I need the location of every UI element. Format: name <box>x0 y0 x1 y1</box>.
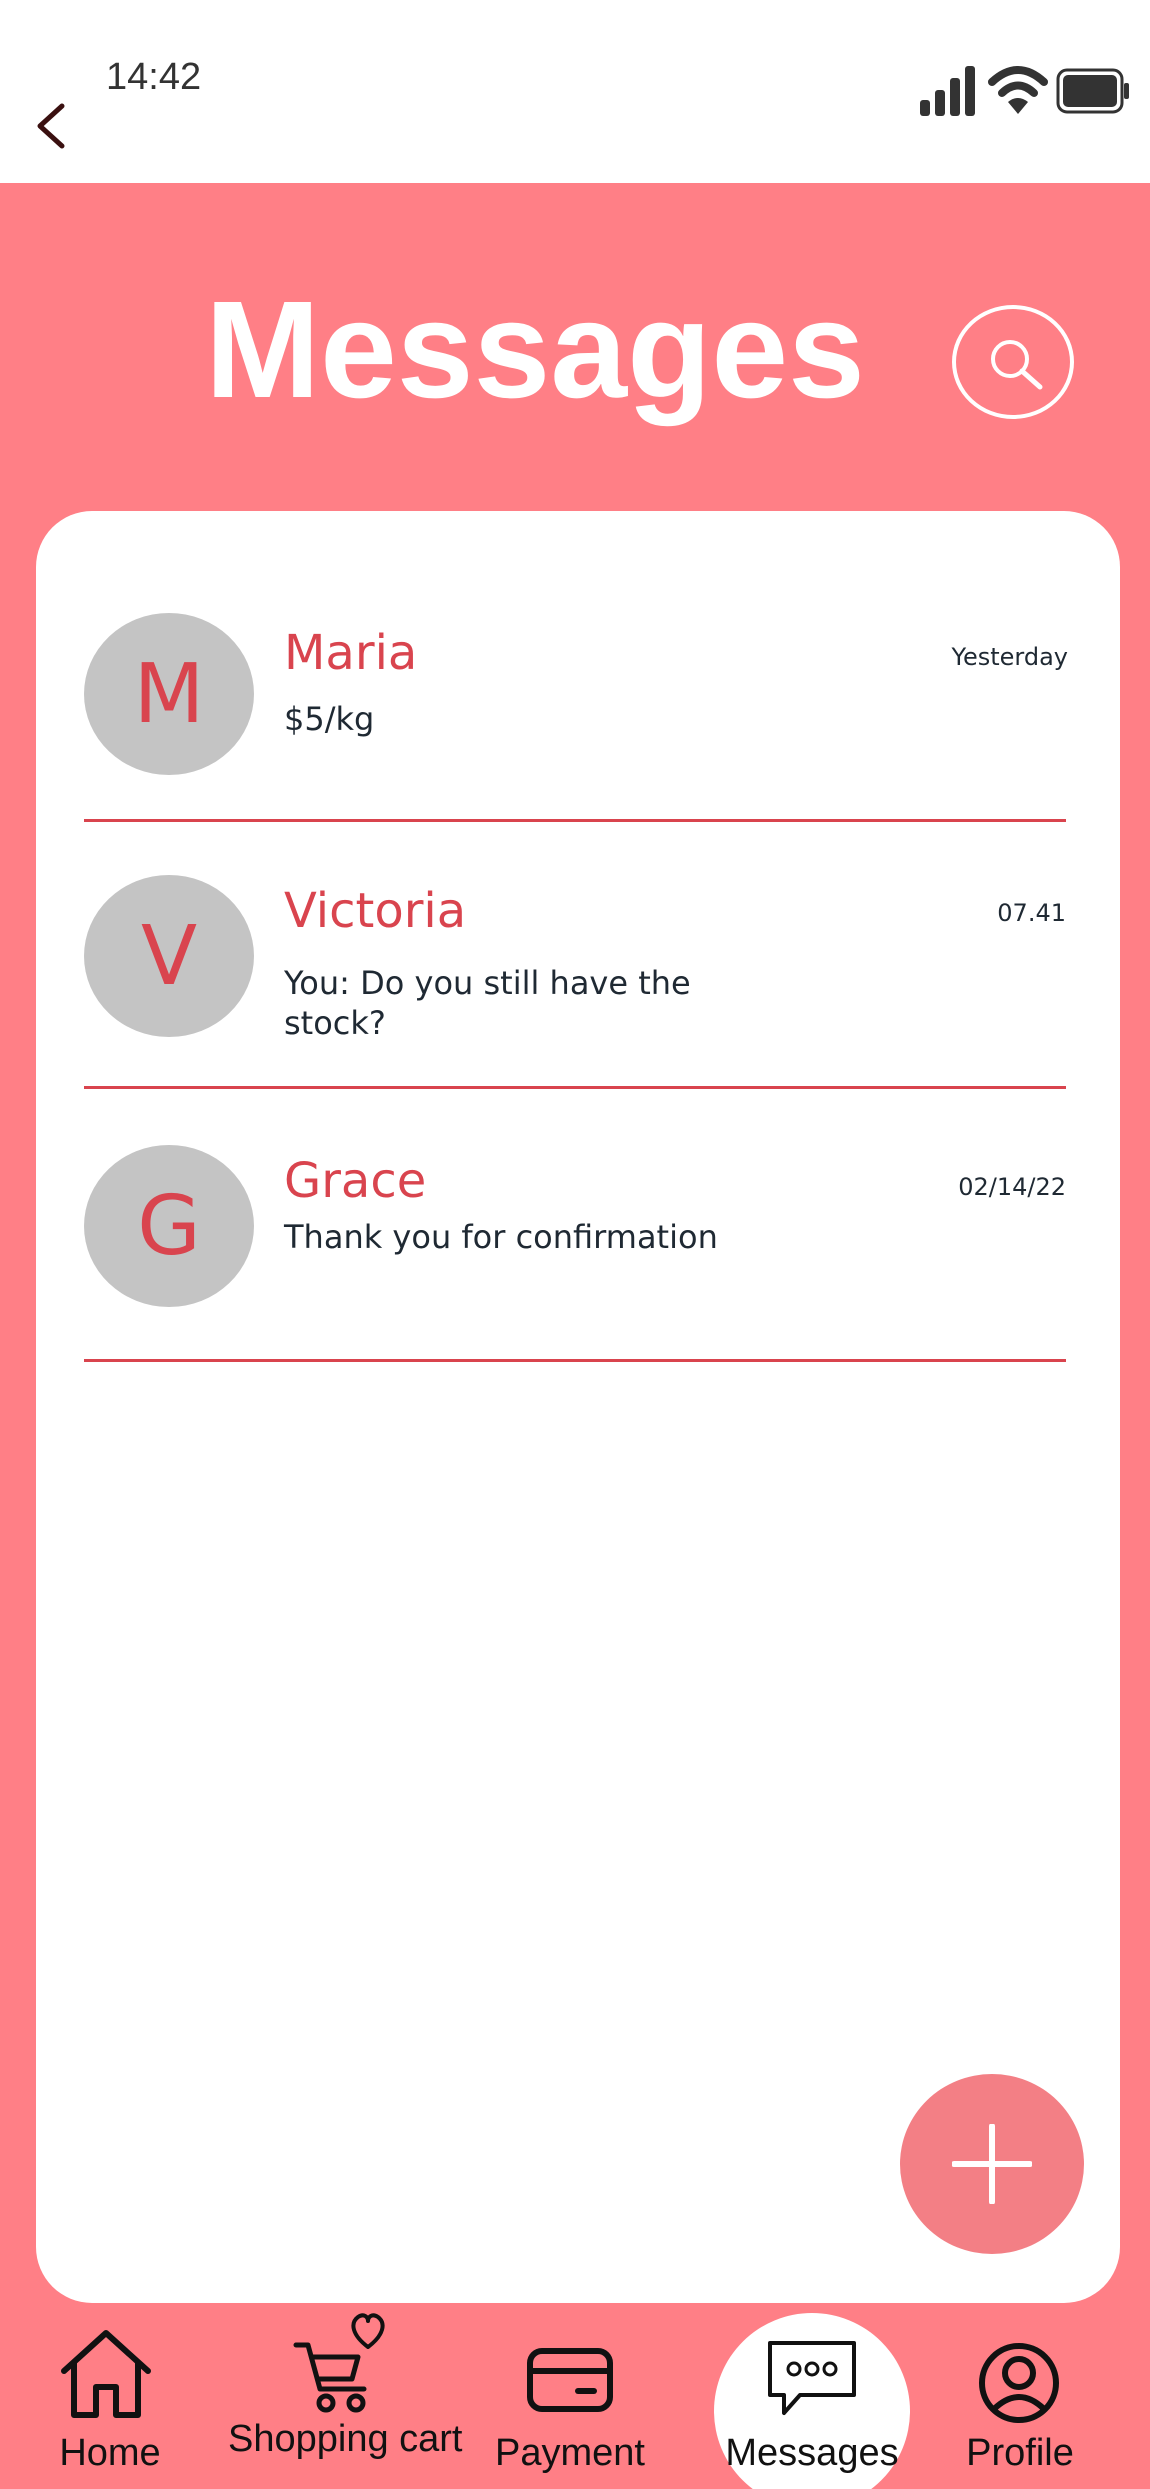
profile-icon <box>979 2343 1059 2423</box>
nav-label: Shopping cart <box>228 2418 463 2460</box>
battery-icon <box>1056 68 1129 114</box>
avatar: G <box>84 1145 254 1307</box>
nav-item-profile[interactable]: Profile <box>940 2303 1100 2489</box>
nav-label: Messages <box>725 2432 899 2474</box>
divider <box>84 819 1066 822</box>
nav-item-home[interactable]: Home <box>30 2303 190 2489</box>
nav-label: Payment <box>495 2432 645 2474</box>
nav-item-messages[interactable]: Messages <box>716 2303 908 2489</box>
back-arrow-icon <box>37 103 65 149</box>
nav-item-shopping-cart[interactable]: Shopping cart <box>228 2303 463 2489</box>
divider <box>84 1359 1066 1362</box>
contact-name: Victoria <box>284 883 467 939</box>
message-preview: $5/kg <box>284 700 375 738</box>
back-button[interactable] <box>30 90 80 160</box>
conversation-item-grace[interactable]: G Grace Thank you for confirmation 02/14… <box>84 1145 1066 1415</box>
conversation-list: M Maria $5/kg Yesterday V Victoria You: … <box>36 511 1120 2303</box>
status-bar: 14:42 <box>0 0 1150 183</box>
bottom-nav: Home Shopping cart Payment Messages Prof… <box>0 2303 1150 2489</box>
message-time: 07.41 <box>997 899 1066 927</box>
wifi-icon <box>988 66 1048 114</box>
nav-label: Home <box>59 2432 161 2474</box>
search-button[interactable] <box>952 305 1074 419</box>
message-time: Yesterday <box>951 643 1068 671</box>
message-preview: You: Do you still have the stock? <box>284 964 691 1042</box>
plus-icon <box>952 2124 1032 2204</box>
signal-icon <box>920 66 975 116</box>
avatar: V <box>84 875 254 1037</box>
avatar: M <box>84 613 254 775</box>
nav-label: Profile <box>966 2432 1074 2474</box>
divider <box>84 1086 1066 1089</box>
new-message-button[interactable] <box>900 2074 1084 2254</box>
page-title: Messages <box>205 273 865 427</box>
conversation-item-maria[interactable]: M Maria $5/kg Yesterday <box>84 613 1068 853</box>
message-time: 02/14/22 <box>958 1173 1066 1201</box>
search-icon <box>991 340 1043 390</box>
message-preview: Thank you for confirmation <box>284 1218 718 1256</box>
cart-heart-icon <box>293 2313 385 2413</box>
chat-icon <box>768 2341 856 2415</box>
home-icon <box>61 2330 151 2418</box>
card-icon <box>527 2348 613 2412</box>
nav-item-payment[interactable]: Payment <box>490 2303 650 2489</box>
contact-name: Grace <box>284 1153 427 1209</box>
status-time: 14:42 <box>106 56 202 98</box>
conversation-item-victoria[interactable]: V Victoria You: Do you still have the st… <box>84 875 1066 1145</box>
contact-name: Maria <box>284 625 418 681</box>
